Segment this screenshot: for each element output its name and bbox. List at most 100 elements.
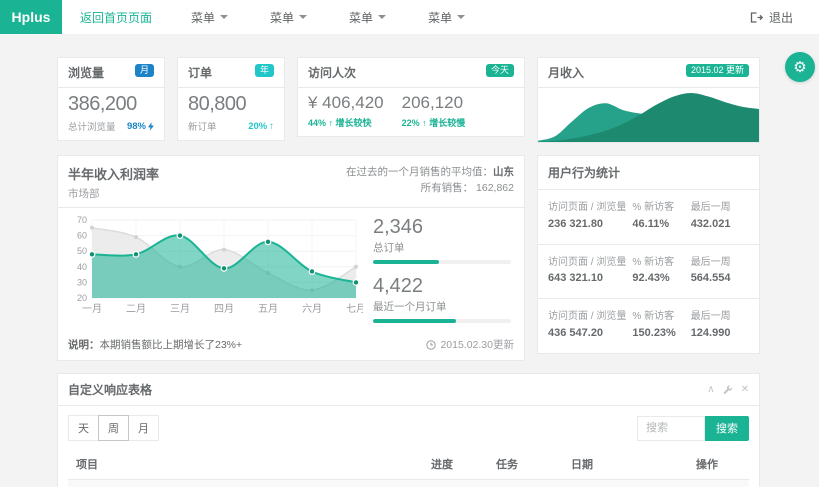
us-label-pages: 访问页面 / 浏览量 — [548, 201, 632, 215]
svg-text:50: 50 — [77, 246, 87, 256]
nav-menu-3[interactable]: 菜单 — [328, 0, 407, 34]
date-cell: 2014.11.11 — [563, 480, 688, 487]
svg-text:40: 40 — [77, 262, 87, 272]
chart-meta-line2: 所有销售： — [421, 182, 474, 194]
project-cell: 米莫说 | MiMO Show — [68, 480, 423, 487]
month-orders-label: 最近一个月订单 — [373, 299, 511, 314]
chart-side-stats: 2,346 总订单 4,422 最近一个月订单 — [373, 214, 511, 334]
bolt-icon — [148, 122, 154, 131]
level-up-icon: ↑ — [269, 121, 274, 132]
arrow-up-icon: ↑ — [422, 118, 427, 128]
user-stats-row: 访问页面 / 浏览量 436 547.20 % 新访客 150.23% 最后一周… — [538, 299, 759, 353]
total-orders-progress — [373, 260, 511, 264]
visits-left-value: ¥ 406,420 — [308, 93, 384, 113]
visits-right-value: 206,120 — [402, 93, 466, 113]
us-value-pages: 643 321.10 — [548, 272, 632, 284]
search-input[interactable] — [637, 416, 705, 441]
user-stats-card: 用户行为统计 访问页面 / 浏览量 236 321.80 % 新访客 46.11… — [537, 155, 760, 354]
navbar-right: 退出 — [750, 0, 819, 34]
search-button[interactable]: 搜索 — [705, 416, 749, 441]
chart-note-text: 本期销售额比上期增长了23%+ — [100, 339, 243, 351]
us-label-last-week: 最后一周 — [691, 310, 749, 324]
visits-right-block: 206,120 22% ↑ 增长较慢 — [402, 93, 466, 129]
card-tools: ∧ ✕ — [707, 384, 749, 395]
monthly-income-chart — [538, 88, 759, 142]
brand-logo[interactable]: Hplus — [0, 0, 62, 34]
orders-label: 新订单 — [188, 119, 217, 133]
svg-text:70: 70 — [77, 215, 87, 225]
us-value-last-week: 432.021 — [691, 218, 749, 230]
logout-label: 退出 — [769, 9, 793, 26]
settings-toggle-button[interactable]: ⚙ — [785, 52, 815, 82]
col-date: 日期 — [563, 449, 688, 480]
nav-home-link[interactable]: 返回首页页面 — [62, 0, 170, 34]
orders-card-title: 订单 — [188, 64, 212, 81]
month-orders-progress — [373, 319, 511, 323]
tab-week[interactable]: 周 — [98, 415, 129, 441]
us-value-new-visitors: 150.23% — [632, 327, 690, 339]
search-group: 搜索 — [637, 416, 749, 441]
page-content: 浏览量 月 386,200 总计浏览量 98% 订单 — [0, 34, 760, 487]
chart-updated-text: 2015.02.30更新 — [440, 337, 514, 352]
chart-meta-region: 山东 — [493, 166, 514, 178]
chart-title: 半年收入利润率 — [68, 164, 159, 183]
svg-text:二月: 二月 — [126, 303, 146, 315]
visits-card-title: 访问人次 — [308, 64, 356, 81]
visits-card: 访问人次 今天 ¥ 406,420 44% ↑ 增长较快 206,120 — [297, 57, 525, 137]
projects-table: 项目 进度 任务 日期 操作 米莫说 | MiMO Show — [68, 449, 749, 487]
us-label-pages: 访问页面 / 浏览量 — [548, 256, 632, 270]
chevron-down-icon — [378, 15, 386, 19]
nav-menu-4[interactable]: 菜单 — [407, 0, 486, 34]
views-label: 总计浏览量 — [68, 119, 116, 133]
nav-menu-3-label: 菜单 — [349, 9, 373, 26]
top-navbar: Hplus 返回首页页面 菜单 菜单 菜单 菜单 退出 — [0, 0, 819, 34]
chart-meta-sales: 162,862 — [476, 182, 514, 194]
visits-left-block: ¥ 406,420 44% ↑ 增长较快 — [308, 93, 384, 129]
gear-icon: ⚙ — [793, 58, 806, 76]
logout-link[interactable]: 退出 — [750, 9, 793, 26]
table-card-title: 自定义响应表格 — [68, 381, 152, 398]
visits-right-stat: 22% — [402, 118, 420, 128]
collapse-icon[interactable]: ∧ — [707, 384, 714, 395]
total-orders-progress-fill — [373, 260, 439, 264]
sign-out-icon — [750, 12, 763, 23]
income-card-title: 月收入 — [548, 64, 584, 81]
visits-right-note: 增长较慢 — [429, 118, 465, 128]
nav-menu-1-label: 菜单 — [191, 9, 215, 26]
chart-subtitle: 市场部 — [68, 186, 159, 201]
views-value: 386,200 — [68, 93, 154, 116]
half-year-area-chart: 203040506070一月二月三月四月五月六月七月 — [68, 214, 363, 318]
user-stats-title: 用户行为统计 — [548, 164, 620, 181]
svg-text:60: 60 — [77, 231, 87, 241]
income-badge: 2015.02 更新 — [686, 64, 749, 77]
svg-text:五月: 五月 — [258, 303, 278, 315]
nav-menu-2[interactable]: 菜单 — [249, 0, 328, 34]
close-icon[interactable]: ✕ — [741, 384, 749, 395]
col-project: 项目 — [68, 449, 423, 480]
svg-text:七月: 七月 — [346, 303, 363, 315]
svg-text:三月: 三月 — [170, 303, 190, 315]
nav-menu-2-label: 菜单 — [270, 9, 294, 26]
half-year-chart-card: 半年收入利润率 市场部 在过去的一个月销售的平均值：山东 所有销售： 162,8… — [57, 155, 525, 361]
visits-badge: 今天 — [486, 64, 514, 77]
arrow-up-icon: ↑ — [329, 118, 334, 128]
us-label-pages: 访问页面 / 浏览量 — [548, 310, 632, 324]
views-card: 浏览量 月 386,200 总计浏览量 98% — [57, 57, 165, 141]
visits-left-stat: 44% — [308, 118, 326, 128]
col-progress: 进度 — [423, 449, 488, 480]
middle-row: 半年收入利润率 市场部 在过去的一个月销售的平均值：山东 所有销售： 162,8… — [57, 155, 760, 361]
views-stat: 98% — [127, 121, 146, 132]
chart-card-heading: 半年收入利润率 市场部 — [68, 164, 159, 201]
views-card-title: 浏览量 — [68, 64, 104, 81]
us-value-new-visitors: 46.11% — [632, 218, 690, 230]
tab-month[interactable]: 月 — [128, 415, 159, 441]
chevron-down-icon — [220, 15, 228, 19]
income-card: 月收入 2015.02 更新 — [537, 57, 760, 143]
total-orders-label: 总订单 — [373, 240, 511, 255]
views-badge: 月 — [135, 64, 154, 77]
tab-day[interactable]: 天 — [68, 415, 99, 441]
nav-menu-1[interactable]: 菜单 — [170, 0, 249, 34]
us-value-new-visitors: 92.43% — [632, 272, 690, 284]
wrench-icon[interactable] — [723, 385, 733, 395]
us-label-last-week: 最后一周 — [691, 201, 749, 215]
